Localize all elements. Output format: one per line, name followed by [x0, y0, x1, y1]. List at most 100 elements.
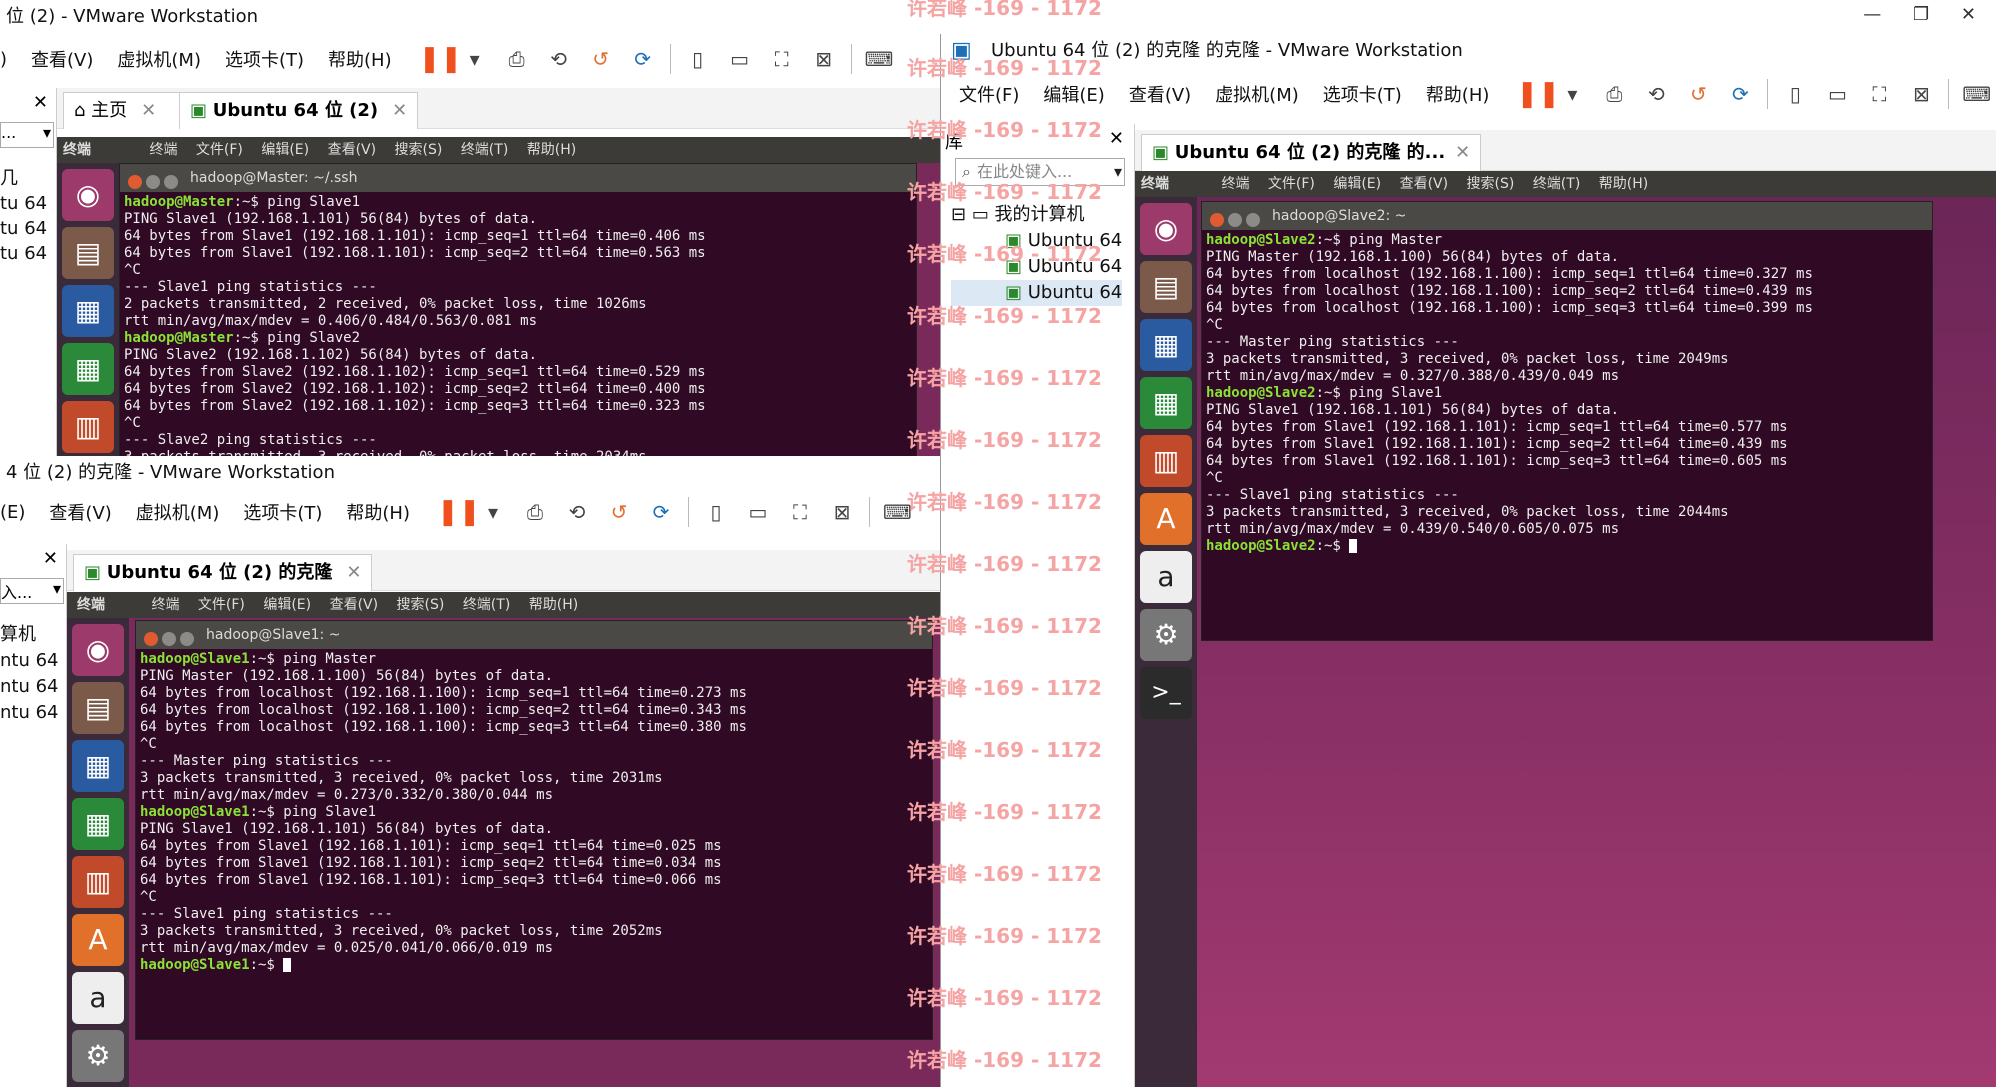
library-close-icon[interactable]: ✕	[1109, 128, 1124, 149]
impress-icon[interactable]: ▥	[62, 401, 114, 453]
menu-help[interactable]: 帮助(H)	[334, 499, 422, 525]
amazon-icon[interactable]: a	[72, 972, 124, 1024]
console-icon[interactable]: ⌨	[865, 45, 894, 73]
term-menu-file[interactable]: 文件(F)	[198, 597, 245, 613]
tab-home[interactable]: ⌂ 主页 ✕	[63, 92, 185, 129]
fullscreen-icon[interactable]: ⛶	[786, 498, 814, 526]
send-keys-icon[interactable]: ⎙	[503, 45, 531, 73]
close-icon[interactable]	[1210, 213, 1224, 227]
term-menu-view[interactable]: 查看(V)	[330, 597, 379, 613]
tree-item[interactable]: ntu 64	[0, 674, 59, 700]
term-menu-help[interactable]: 帮助(H)	[527, 142, 576, 158]
thumbnail-view-icon[interactable]: ▭	[726, 45, 754, 73]
term-menu-file[interactable]: 文件(F)	[196, 142, 243, 158]
writer-icon[interactable]: ▦	[72, 740, 124, 792]
console-icon[interactable]: ⌨	[1962, 80, 1991, 108]
term-menu-view[interactable]: 查看(V)	[1400, 176, 1449, 192]
tab-ubuntu-clone[interactable]: ▣ Ubuntu 64 位 (2) 的克隆 ✕	[73, 554, 373, 591]
close-icon[interactable]: ✕	[392, 100, 407, 121]
unity-icon[interactable]: ⊠	[1907, 80, 1935, 108]
menu-help[interactable]: 帮助(H)	[1414, 81, 1502, 107]
vm-console[interactable]: 终端 终端 文件(F) 编辑(E) 查看(V) 搜索(S) 终端(T) 帮助(H…	[67, 592, 940, 1087]
snapshot-manager-icon[interactable]: ⟳	[1726, 80, 1754, 108]
ubuntu-dash-icon[interactable]: ◉	[72, 624, 124, 676]
term-menu-file[interactable]: 文件(F)	[1268, 176, 1315, 192]
pause-icon[interactable]: ❚❚	[437, 498, 481, 526]
impress-icon[interactable]: ▥	[72, 856, 124, 908]
menu-vm[interactable]: 虚拟机(M)	[1203, 81, 1311, 107]
menu-edit[interactable]: (E)	[0, 502, 37, 523]
tree-item[interactable]: tu 64	[0, 216, 47, 241]
files-icon[interactable]: ▤	[1140, 261, 1192, 313]
term-menu-help[interactable]: 帮助(H)	[529, 597, 578, 613]
minimize-icon[interactable]: —	[1863, 4, 1881, 25]
restore-icon[interactable]: ❐	[1913, 4, 1929, 25]
term-menu-edit[interactable]: 编辑(E)	[1333, 176, 1381, 192]
minimize-icon[interactable]	[1228, 213, 1242, 227]
writer-icon[interactable]: ▦	[1140, 319, 1192, 371]
writer-icon[interactable]: ▦	[62, 285, 114, 337]
pause-icon[interactable]: ❚❚	[419, 45, 463, 73]
library-view-icon[interactable]: ▯	[702, 498, 730, 526]
menu-view[interactable]: 查看(V)	[19, 46, 105, 72]
thumbnail-view-icon[interactable]: ▭	[744, 498, 772, 526]
settings-icon[interactable]: ⚙	[1140, 609, 1192, 661]
term-menu-terminal2[interactable]: 终端(T)	[1533, 176, 1580, 192]
snapshot-icon[interactable]: ⟲	[1642, 80, 1670, 108]
terminal-window[interactable]: hadoop@Slave1: ~ hadoop@Slave1:~$ ping M…	[135, 620, 933, 1040]
menu-help[interactable]: 帮助(H)	[316, 46, 404, 72]
files-icon[interactable]: ▤	[72, 682, 124, 734]
terminal-icon[interactable]: >_	[1140, 667, 1192, 719]
snapshot-icon[interactable]: ⟲	[545, 45, 573, 73]
tree-item[interactable]: tu 64	[0, 191, 47, 216]
calc-icon[interactable]: ▦	[1140, 377, 1192, 429]
send-keys-icon[interactable]: ⎙	[521, 498, 549, 526]
close-icon[interactable]: ✕	[346, 562, 361, 583]
term-menu-view[interactable]: 查看(V)	[328, 142, 377, 158]
minimize-icon[interactable]	[146, 175, 160, 189]
term-menu-terminal2[interactable]: 终端(T)	[463, 597, 510, 613]
revert-snapshot-icon[interactable]: ↺	[587, 45, 615, 73]
calc-icon[interactable]: ▦	[62, 343, 114, 395]
terminal-window[interactable]: hadoop@Slave2: ~ hadoop@Slave2:~$ ping M…	[1201, 201, 1933, 641]
chevron-down-icon[interactable]: ▾	[53, 579, 61, 598]
menu-view[interactable]: 查看(V)	[1117, 81, 1203, 107]
menu-tabs[interactable]: 选项卡(T)	[1311, 81, 1414, 107]
ubuntu-dash-icon[interactable]: ◉	[62, 169, 114, 221]
snapshot-manager-icon[interactable]: ⟳	[629, 45, 657, 73]
menu-item[interactable]: )	[0, 49, 19, 70]
vm-console[interactable]: 终端 终端 文件(F) 编辑(E) 查看(V) 搜索(S) 终端(T) 帮助(H…	[1135, 171, 1996, 1087]
library-view-icon[interactable]: ▯	[1781, 80, 1809, 108]
term-menu-terminal[interactable]: 终端	[1221, 176, 1249, 192]
fullscreen-icon[interactable]: ⛶	[1865, 80, 1893, 108]
term-menu-terminal2[interactable]: 终端(T)	[461, 142, 508, 158]
pause-icon[interactable]: ❚❚	[1516, 80, 1560, 108]
tree-item[interactable]: ntu 64	[0, 700, 59, 726]
send-keys-icon[interactable]: ⎙	[1600, 80, 1628, 108]
term-menu-terminal[interactable]: 终端	[149, 142, 177, 158]
library-view-icon[interactable]: ▯	[684, 45, 712, 73]
close-icon[interactable]	[144, 632, 158, 646]
menu-vm[interactable]: 虚拟机(M)	[124, 499, 232, 525]
chevron-down-icon[interactable]: ▾	[1114, 159, 1122, 185]
menu-view[interactable]: 查看(V)	[37, 499, 123, 525]
vm-console[interactable]: 终端 终端 文件(F) 编辑(E) 查看(V) 搜索(S) 终端(T) 帮助(H…	[57, 137, 940, 456]
close-icon[interactable]	[128, 175, 142, 189]
revert-snapshot-icon[interactable]: ↺	[605, 498, 633, 526]
library-search-input[interactable]: 入... ▾	[0, 578, 64, 604]
term-menu-search[interactable]: 搜索(S)	[1467, 176, 1515, 192]
tab-ubuntu[interactable]: ▣ Ubuntu 64 位 (2) ✕	[179, 92, 419, 129]
revert-snapshot-icon[interactable]: ↺	[1684, 80, 1712, 108]
menu-tabs[interactable]: 选项卡(T)	[213, 46, 316, 72]
tree-item[interactable]: 算机	[0, 622, 59, 648]
menu-edit[interactable]: 编辑(E)	[1031, 81, 1116, 107]
snapshot-icon[interactable]: ⟲	[563, 498, 591, 526]
menu-file[interactable]: 文件(F)	[947, 81, 1031, 107]
unity-icon[interactable]: ⊠	[828, 498, 856, 526]
menu-vm[interactable]: 虚拟机(M)	[105, 46, 213, 72]
dropdown-icon[interactable]: ▾	[461, 45, 489, 73]
term-menu-edit[interactable]: 编辑(E)	[261, 142, 309, 158]
calc-icon[interactable]: ▦	[72, 798, 124, 850]
terminal-window[interactable]: hadoop@Master: ~/.ssh hadoop@Master:~$ p…	[119, 163, 917, 456]
term-menu-edit[interactable]: 编辑(E)	[263, 597, 311, 613]
